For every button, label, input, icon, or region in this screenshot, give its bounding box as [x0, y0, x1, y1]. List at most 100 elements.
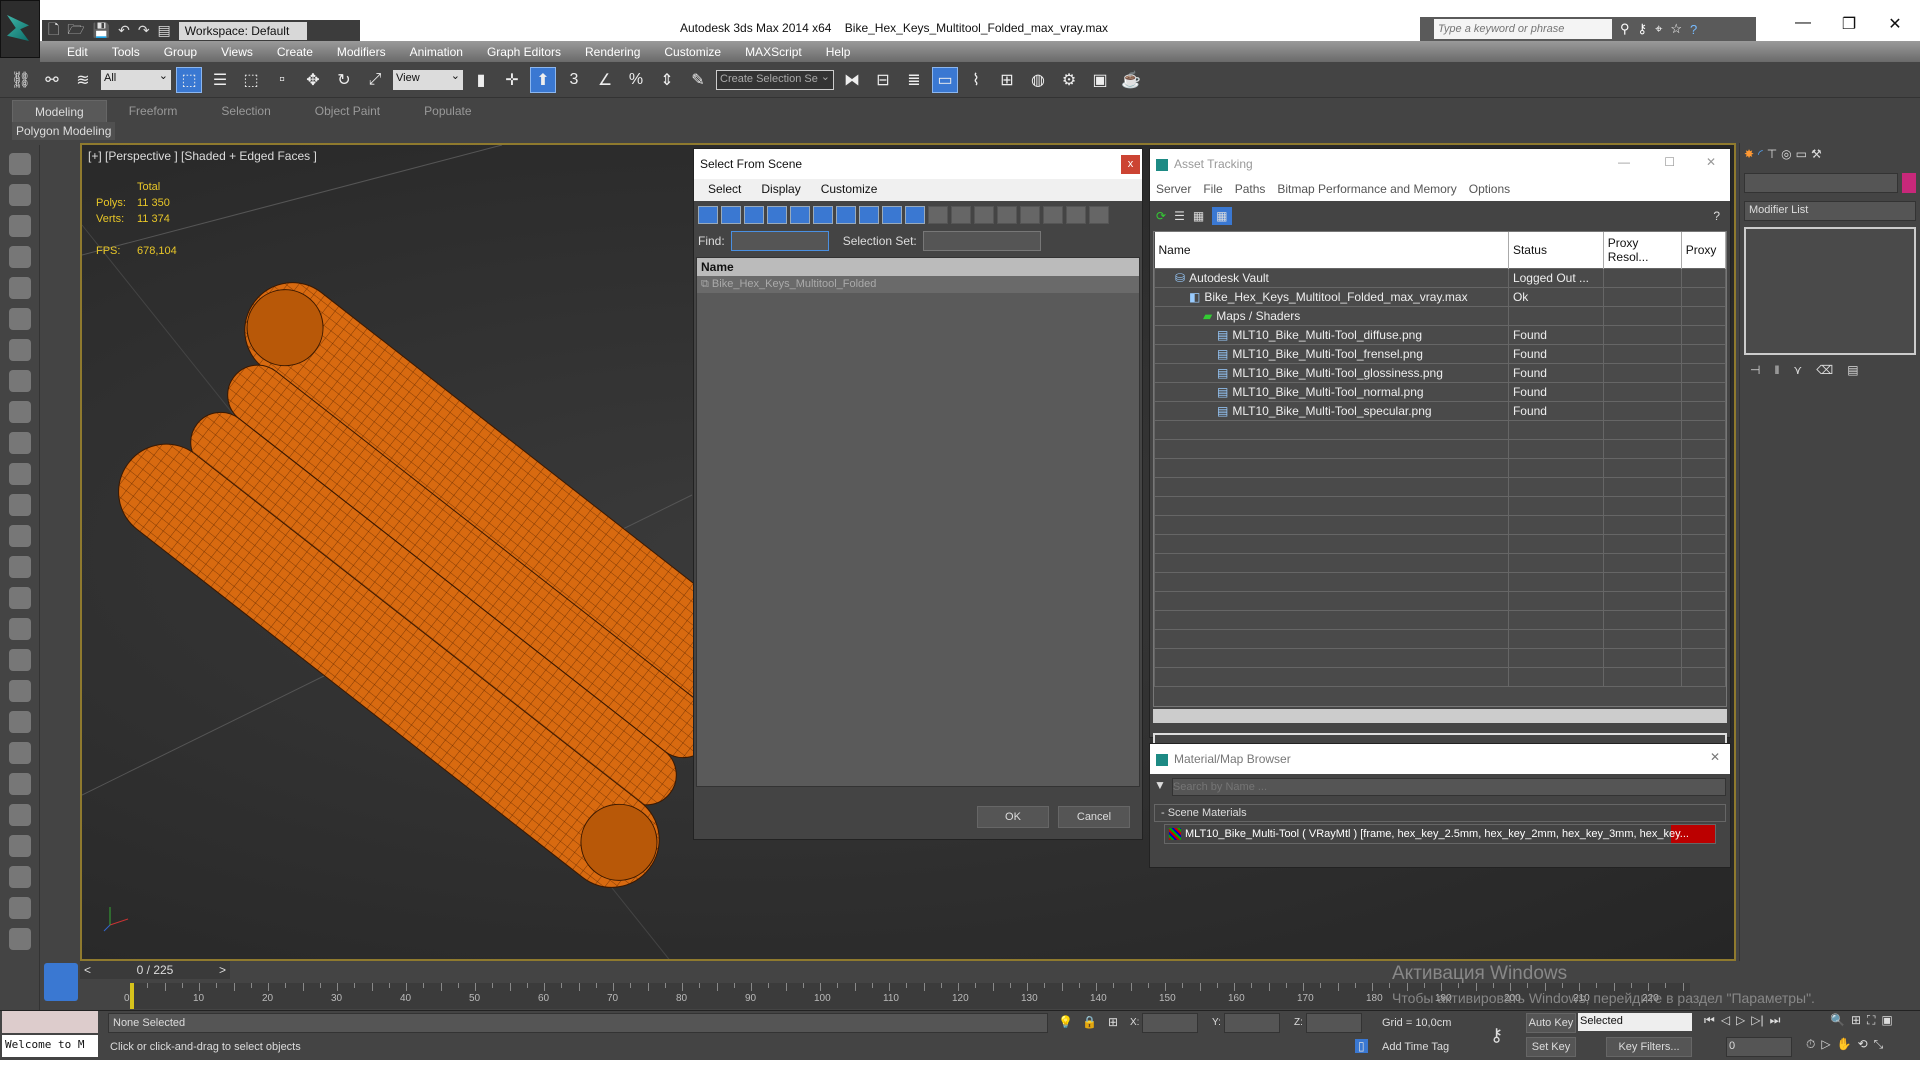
table-row[interactable] [1154, 534, 1726, 554]
app-menu-button[interactable] [0, 0, 40, 58]
maxscript-input[interactable]: Welcome to M [2, 1035, 98, 1057]
scale-icon[interactable]: ⤢ [362, 67, 388, 93]
next-frame-icon[interactable]: > [219, 963, 226, 977]
orbit-icon[interactable]: ⟲ [1858, 1037, 1868, 1052]
zoom-extents-icon[interactable]: ⛶ [1867, 1013, 1875, 1028]
system-icon[interactable] [8, 401, 31, 423]
play-icon[interactable]: ▷ [1736, 1013, 1745, 1028]
table-row[interactable] [1154, 667, 1726, 687]
table-row[interactable]: ▤ MLT10_Bike_Multi-Tool_glossiness.png Fou… [1154, 363, 1726, 383]
shapes-filter-icon[interactable] [721, 206, 741, 224]
add-time-tag[interactable]: Add Time Tag [1382, 1041, 1449, 1053]
keyboard-shortcut-icon[interactable]: ⬆ [530, 66, 556, 93]
table-row[interactable]: ▤ MLT10_Bike_Multi-Tool_diffuse.png Found [1154, 325, 1726, 345]
table-row[interactable] [1154, 496, 1726, 516]
cameras-filter-icon[interactable] [767, 206, 787, 224]
time-slider-marker[interactable] [130, 983, 134, 1009]
configure-sets-icon[interactable]: ▤ [1847, 363, 1858, 377]
table-row[interactable] [1154, 610, 1726, 630]
motion-tab-icon[interactable]: ◎ [1781, 147, 1791, 161]
table-row[interactable]: ▤ MLT10_Bike_Multi-Tool_specular.png Found [1154, 401, 1726, 421]
make-unique-icon[interactable]: ⋎ [1793, 363, 1802, 377]
table-row[interactable]: ▰ Maps / Shaders [1154, 306, 1726, 326]
save-icon[interactable]: 💾 [93, 22, 110, 39]
window-crossing-icon[interactable]: ▫ [269, 67, 295, 93]
helpers-filter-icon[interactable] [790, 206, 810, 224]
menu-group[interactable]: Group [152, 45, 209, 59]
window-icon[interactable] [8, 866, 31, 888]
time-config-icon[interactable]: ⏱ [1806, 1037, 1815, 1052]
ribbon-tab-freeform[interactable]: Freeform [107, 100, 200, 122]
select-none-icon[interactable] [997, 206, 1017, 224]
ribbon-tab-modeling[interactable]: Modeling [12, 100, 107, 122]
scene-icon[interactable] [8, 246, 31, 268]
filter-icon[interactable] [1043, 206, 1063, 224]
menu-tools[interactable]: Tools [100, 45, 152, 59]
plant-icon[interactable] [8, 742, 31, 764]
close-button[interactable]: ✕ [1872, 14, 1918, 34]
help-search-input[interactable] [1434, 19, 1612, 39]
menu-modifiers[interactable]: Modifiers [325, 45, 398, 59]
refresh-icon[interactable]: ⟳ [1156, 209, 1166, 223]
menu-select[interactable]: Select [708, 182, 741, 198]
align-icon[interactable]: ⊟ [870, 67, 896, 93]
scene-explorer-icon[interactable]: ▭ [932, 66, 958, 93]
close-icon[interactable]: x [1121, 155, 1140, 174]
set-key-button[interactable]: Set Key [1526, 1037, 1576, 1057]
maximize-icon[interactable]: ☐ [1664, 155, 1675, 169]
horizontal-scrollbar[interactable] [1153, 709, 1727, 723]
maximize-viewport-icon[interactable]: ⤡ [1874, 1037, 1884, 1052]
close-icon[interactable]: ✕ [1710, 750, 1720, 764]
list-view-icon[interactable]: ☰ [1174, 209, 1185, 223]
help-icon[interactable] [8, 928, 31, 950]
pan-icon[interactable]: ✋ [1837, 1037, 1852, 1052]
object-color-swatch[interactable] [1902, 173, 1916, 193]
x-coord-input[interactable] [1142, 1013, 1198, 1033]
close-icon[interactable]: ✕ [1706, 155, 1716, 169]
door-icon[interactable] [8, 835, 31, 857]
absolute-mode-icon[interactable]: ⊞ [1108, 1015, 1118, 1029]
selection-set-dropdown[interactable] [922, 231, 1041, 251]
redo-icon[interactable]: ↷ [138, 22, 150, 39]
search-by-name-input[interactable] [1171, 778, 1726, 796]
cylinder-icon[interactable] [8, 494, 31, 516]
select-all-icon[interactable] [974, 206, 994, 224]
set-key-icon[interactable]: ⚷ [1490, 1025, 1503, 1046]
minimize-button[interactable]: — [1780, 14, 1826, 32]
table-row[interactable] [1154, 591, 1726, 611]
table-row[interactable] [1154, 648, 1726, 668]
frozen-filter-icon[interactable] [928, 206, 948, 224]
manipulate-icon[interactable]: ✛ [499, 67, 525, 93]
filter-selected-icon[interactable] [1066, 206, 1086, 224]
lock-selection-icon[interactable]: 🔒 [1082, 1015, 1097, 1029]
menu-views[interactable]: Views [209, 45, 265, 59]
time-slider[interactable]: <0 / 225 > [80, 961, 230, 979]
particle-icon[interactable] [8, 649, 31, 671]
unlink-icon[interactable]: ⚯ [39, 67, 65, 93]
table-row[interactable] [1154, 553, 1726, 573]
find-input[interactable] [730, 231, 829, 251]
satellite-icon[interactable]: ⌖ [1655, 21, 1662, 37]
modify-tab-icon[interactable]: ◜ [1758, 147, 1763, 161]
stairs-icon[interactable] [8, 773, 31, 795]
material-editor-icon[interactable]: ◍ [1025, 67, 1051, 93]
menu-graph-editors[interactable]: Graph Editors [475, 45, 573, 59]
curve-editor-icon[interactable]: ⌇ [963, 67, 989, 93]
menu-server[interactable]: Server [1156, 182, 1191, 198]
schematic-view-icon[interactable]: ⊞ [994, 67, 1020, 93]
menu-display[interactable]: Display [761, 182, 800, 198]
select-object-icon[interactable]: ⬚ [176, 66, 202, 93]
current-frame-input[interactable]: 0 [1726, 1037, 1792, 1057]
z-coord-input[interactable] [1306, 1013, 1362, 1033]
ribbon-tab-selection[interactable]: Selection [199, 100, 292, 122]
torus-icon[interactable] [8, 525, 31, 547]
binoculars-icon[interactable]: ⚲ [1620, 21, 1630, 37]
collapse-icon[interactable] [1089, 206, 1109, 224]
render-icon[interactable]: ☕ [1118, 67, 1144, 93]
viewport-label[interactable]: [+] [Perspective ] [Shaded + Edged Faces… [88, 149, 317, 163]
menu-help[interactable]: Help [814, 45, 863, 59]
select-by-name-icon[interactable]: ☰ [207, 67, 233, 93]
cancel-button[interactable]: Cancel [1058, 806, 1130, 828]
show-end-result-icon[interactable]: ‖ [1774, 363, 1779, 377]
percent-snap-icon[interactable]: % [623, 67, 649, 93]
